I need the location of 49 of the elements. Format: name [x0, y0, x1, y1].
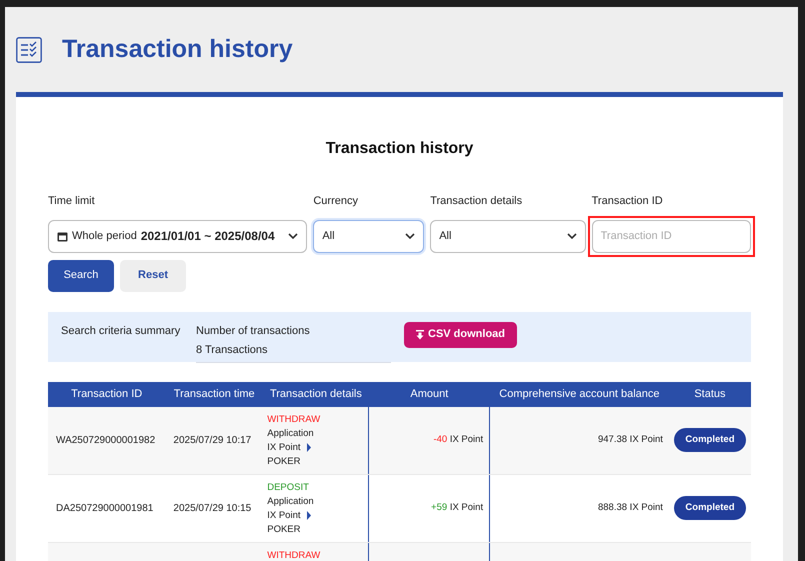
count-label: Number of transactions — [196, 324, 311, 338]
column-header: Transaction time — [172, 386, 256, 402]
filter-label: Time limit — [48, 194, 96, 209]
table-cell-text: 947.38 IX Point — [598, 432, 663, 447]
card-title: Transaction history — [324, 139, 474, 159]
table-cell-text: 888.38 IX Point — [598, 500, 663, 515]
arrow-right-icon — [306, 443, 311, 452]
detail-text: IX Point — [267, 508, 301, 522]
detail-text: POKER — [267, 454, 300, 468]
chevron-down-icon — [288, 233, 298, 239]
table-cell-text: 2025/07/29 10:17 — [173, 434, 252, 448]
csv-download-button[interactable]: CSV download — [404, 322, 517, 348]
transaction-type: DEPOSIT — [267, 480, 310, 494]
column-header: Transaction ID — [70, 386, 144, 402]
table-cell-text: DA250729000001981 — [56, 502, 154, 516]
dropdown-select[interactable]: All — [313, 220, 424, 252]
transaction-type: WITHDRAW — [267, 548, 322, 561]
amount-cell-text: -40 IX Point — [433, 432, 484, 447]
table-cell-text: 2025/07/29 10:15 — [173, 502, 252, 516]
transaction-count: 8 Transactions — [196, 343, 269, 358]
column-header: Amount — [409, 386, 450, 402]
column-header: Transaction details — [268, 386, 363, 402]
detail-text: Application — [267, 426, 314, 440]
download-icon — [416, 330, 424, 340]
arrow-right-icon — [306, 511, 311, 520]
summary-label: Search criteria summary — [61, 324, 182, 338]
detail-text: Application — [267, 494, 314, 508]
status-badge: Completed — [674, 428, 746, 452]
search-button[interactable]: Search — [48, 260, 114, 292]
calendar-icon — [57, 230, 68, 242]
table-cell-text: WA250729000001982 — [56, 434, 156, 448]
period-select[interactable]: Whole period 2021/01/01 ~ 2025/08/04 — [48, 220, 308, 252]
amount-cell-text: +59 IX Point — [431, 500, 484, 515]
column-header: Status — [693, 386, 727, 402]
filter-label: Transaction ID — [592, 194, 664, 209]
column-header: Comprehensive account balance — [498, 386, 660, 402]
reset-button[interactable]: Reset — [120, 260, 186, 292]
checklist-icon — [16, 36, 42, 62]
transaction-type: WITHDRAW — [267, 412, 322, 426]
detail-text: POKER — [267, 522, 300, 536]
chevron-down-icon — [566, 233, 577, 239]
page-title: Transaction history — [62, 34, 293, 65]
filter-label: Transaction details — [430, 194, 524, 209]
detail-text: IX Point — [267, 440, 301, 454]
dropdown-select[interactable]: All — [430, 220, 586, 252]
filter-label: Currency — [313, 194, 359, 209]
chevron-down-icon — [405, 233, 416, 239]
transaction-id-field[interactable]: Transaction ID — [592, 220, 751, 252]
status-badge: Completed — [674, 496, 746, 520]
